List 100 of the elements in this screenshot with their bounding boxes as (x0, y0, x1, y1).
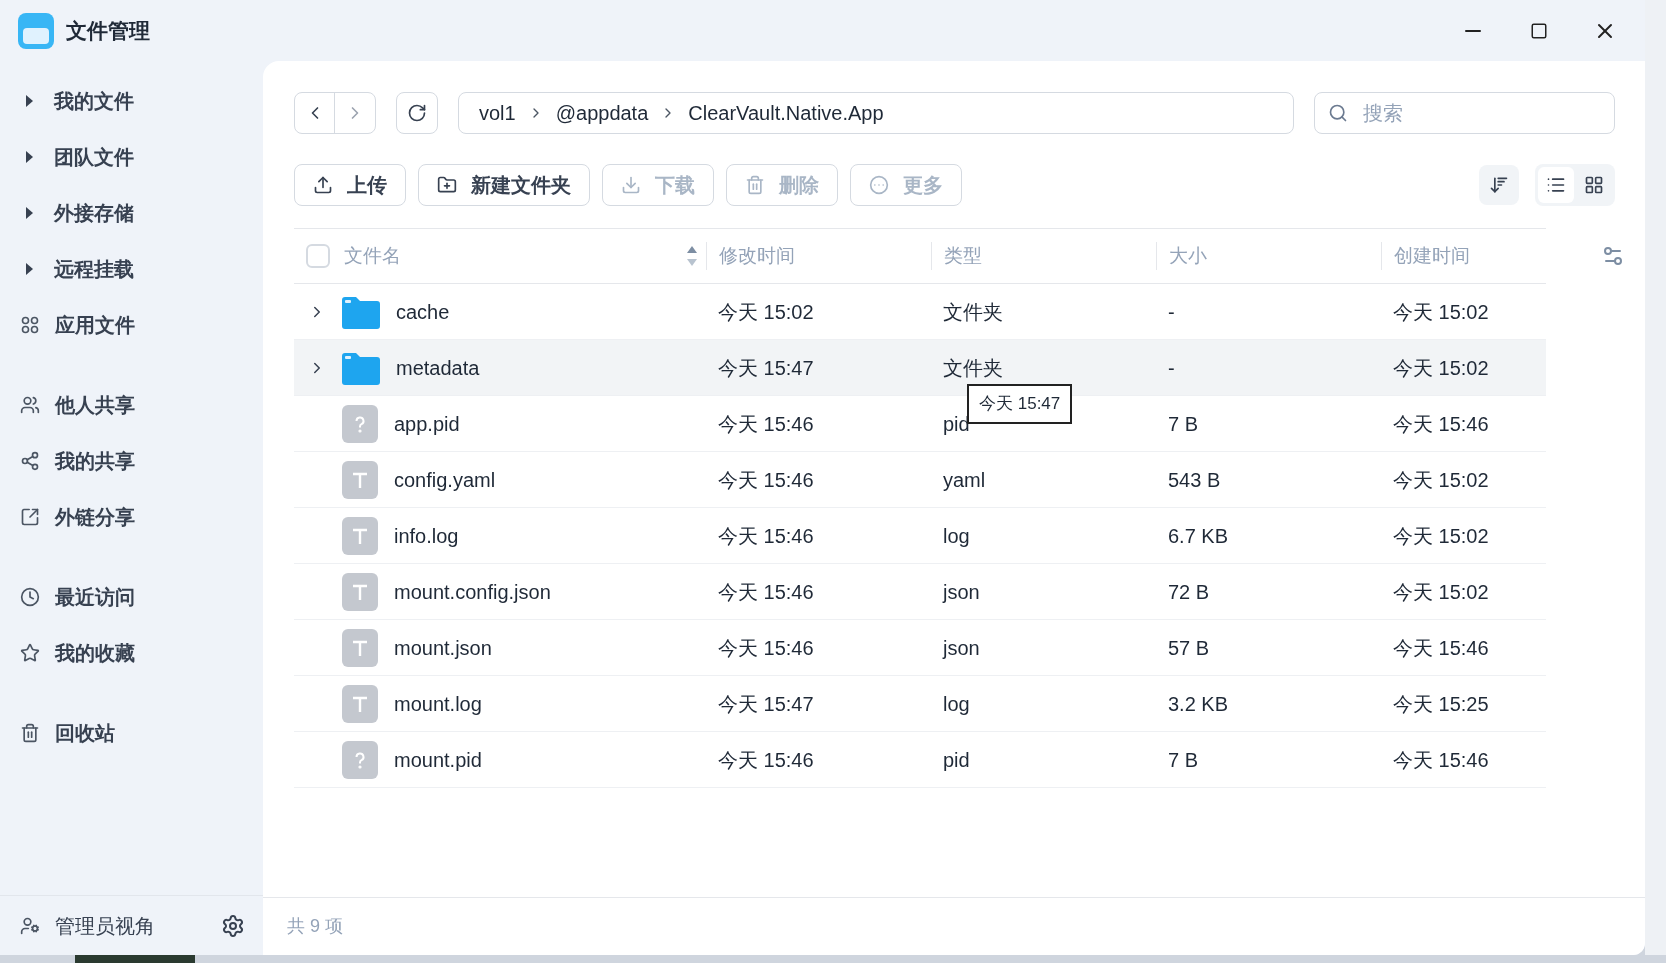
file-type: json (943, 580, 980, 603)
sidebar-item[interactable]: 他人共享 (0, 377, 263, 433)
file-size: - (1168, 356, 1175, 379)
external-link-icon (20, 507, 40, 527)
caret-icon (26, 151, 33, 163)
text-file-icon (342, 628, 378, 667)
breadcrumb-item[interactable]: @appdata (555, 98, 649, 128)
path-bar[interactable]: vol1 @appdata ClearVault.Native.App (458, 92, 1294, 134)
file-type: yaml (943, 468, 986, 491)
text-file-icon (342, 460, 378, 499)
settings-icon[interactable] (221, 913, 245, 938)
sidebar-item[interactable]: 我的共享 (0, 433, 263, 489)
modified-time: 今天 15:02 (718, 300, 814, 323)
file-type: pid (943, 748, 970, 771)
refresh-button[interactable] (396, 92, 438, 134)
sidebar-item[interactable]: 应用文件 (0, 297, 263, 353)
created-time: 今天 15:02 (1393, 524, 1489, 547)
sort-icon (1489, 175, 1509, 195)
upload-icon (313, 175, 333, 195)
tooltip: 今天 15:47 (967, 384, 1073, 424)
people-icon (20, 395, 40, 415)
sort-arrows-icon[interactable] (686, 244, 698, 268)
text-file-icon (342, 572, 378, 611)
file-name: app.pid (394, 411, 460, 437)
sort-button[interactable] (1479, 165, 1519, 205)
more-icon (869, 175, 889, 195)
created-time: 今天 15:02 (1393, 356, 1489, 379)
user-icon (20, 915, 40, 936)
modified-time: 今天 15:47 (718, 692, 814, 715)
created-time: 今天 15:46 (1393, 412, 1489, 435)
file-size: 3.2 KB (1168, 692, 1229, 715)
search-field[interactable]: 搜索 (1314, 92, 1615, 134)
created-time: 今天 15:02 (1393, 580, 1489, 603)
sidebar-item[interactable]: 远程挂载 (0, 241, 263, 297)
file-size: 6.7 KB (1168, 524, 1229, 547)
file-size: 7 B (1168, 412, 1199, 435)
share-icon (20, 451, 40, 471)
sidebar-item[interactable]: 外接存储 (0, 185, 263, 241)
list-view-button[interactable] (1538, 167, 1574, 203)
file-name: metadata (396, 355, 480, 381)
unknown-file-icon (342, 740, 378, 779)
sidebar-item[interactable]: 我的收藏 (0, 625, 263, 681)
created-time: 今天 15:02 (1393, 300, 1489, 323)
folder-plus-icon (437, 175, 457, 195)
file-type: log (943, 524, 970, 547)
sidebar-item[interactable]: 我的文件 (0, 73, 263, 129)
list-icon (1546, 175, 1566, 195)
modified-time: 今天 15:46 (718, 524, 814, 547)
file-type: 文件夹 (943, 300, 1003, 323)
sidebar-item[interactable]: 最近访问 (0, 569, 263, 625)
window-title: 文件管理 (66, 17, 150, 44)
admin-view-label[interactable]: 管理员视角 (55, 910, 155, 941)
refresh-icon (407, 103, 427, 123)
grid-icon (1584, 175, 1604, 195)
caret-icon (26, 207, 33, 219)
breadcrumb-item[interactable]: vol1 (479, 98, 516, 128)
created-time: 今天 15:02 (1393, 468, 1489, 491)
created-time: 今天 15:46 (1393, 636, 1489, 659)
file-size: - (1168, 300, 1175, 323)
clock-icon (20, 587, 40, 607)
file-size: 543 B (1168, 468, 1221, 491)
file-name: cache (396, 299, 450, 325)
sidebar-item[interactable]: 团队文件 (0, 129, 263, 185)
modified-time: 今天 15:46 (718, 636, 814, 659)
download-icon (621, 175, 641, 195)
unknown-file-icon (342, 404, 378, 443)
file-name: mount.config.json (394, 579, 551, 605)
maximize-icon[interactable] (1530, 21, 1548, 40)
file-name: info.log (394, 523, 459, 549)
created-time: 今天 15:46 (1393, 748, 1489, 771)
modified-time: 今天 15:46 (718, 412, 814, 435)
trash-icon (20, 723, 40, 743)
caret-icon (26, 263, 33, 275)
column-settings-icon[interactable] (1601, 244, 1625, 268)
file-type: json (943, 636, 980, 659)
file-row[interactable]: metadata 今天 15:47 文件夹 - 今天 15:02 (294, 340, 1546, 396)
modified-time: 今天 15:46 (718, 468, 814, 491)
created-time: 今天 15:25 (1393, 692, 1489, 715)
file-size: 57 B (1168, 636, 1210, 659)
text-file-icon (342, 516, 378, 555)
sidebar-item[interactable]: 外链分享 (0, 489, 263, 545)
select-all-checkbox[interactable] (306, 244, 330, 268)
folder-icon (342, 294, 380, 329)
toolbar-button[interactable]: 新建文件夹 (418, 164, 590, 206)
star-icon (20, 643, 40, 663)
sidebar-item[interactable]: 回收站 (0, 705, 263, 761)
text-file-icon (342, 684, 378, 723)
modified-time: 今天 15:46 (718, 580, 814, 603)
toolbar-button[interactable]: 上传 (294, 164, 406, 206)
file-type: log (943, 692, 970, 715)
file-name: config.yaml (394, 467, 496, 493)
file-name: mount.pid (394, 747, 482, 773)
app-logo-icon (18, 12, 54, 49)
apps-icon (20, 315, 40, 335)
breadcrumb-item[interactable]: ClearVault.Native.App (688, 98, 884, 128)
search-icon (1328, 103, 1348, 123)
item-count: 共 9 项 (287, 915, 343, 938)
file-name: mount.json (394, 635, 492, 661)
caret-icon (26, 95, 33, 107)
modified-time: 今天 15:46 (718, 748, 814, 771)
